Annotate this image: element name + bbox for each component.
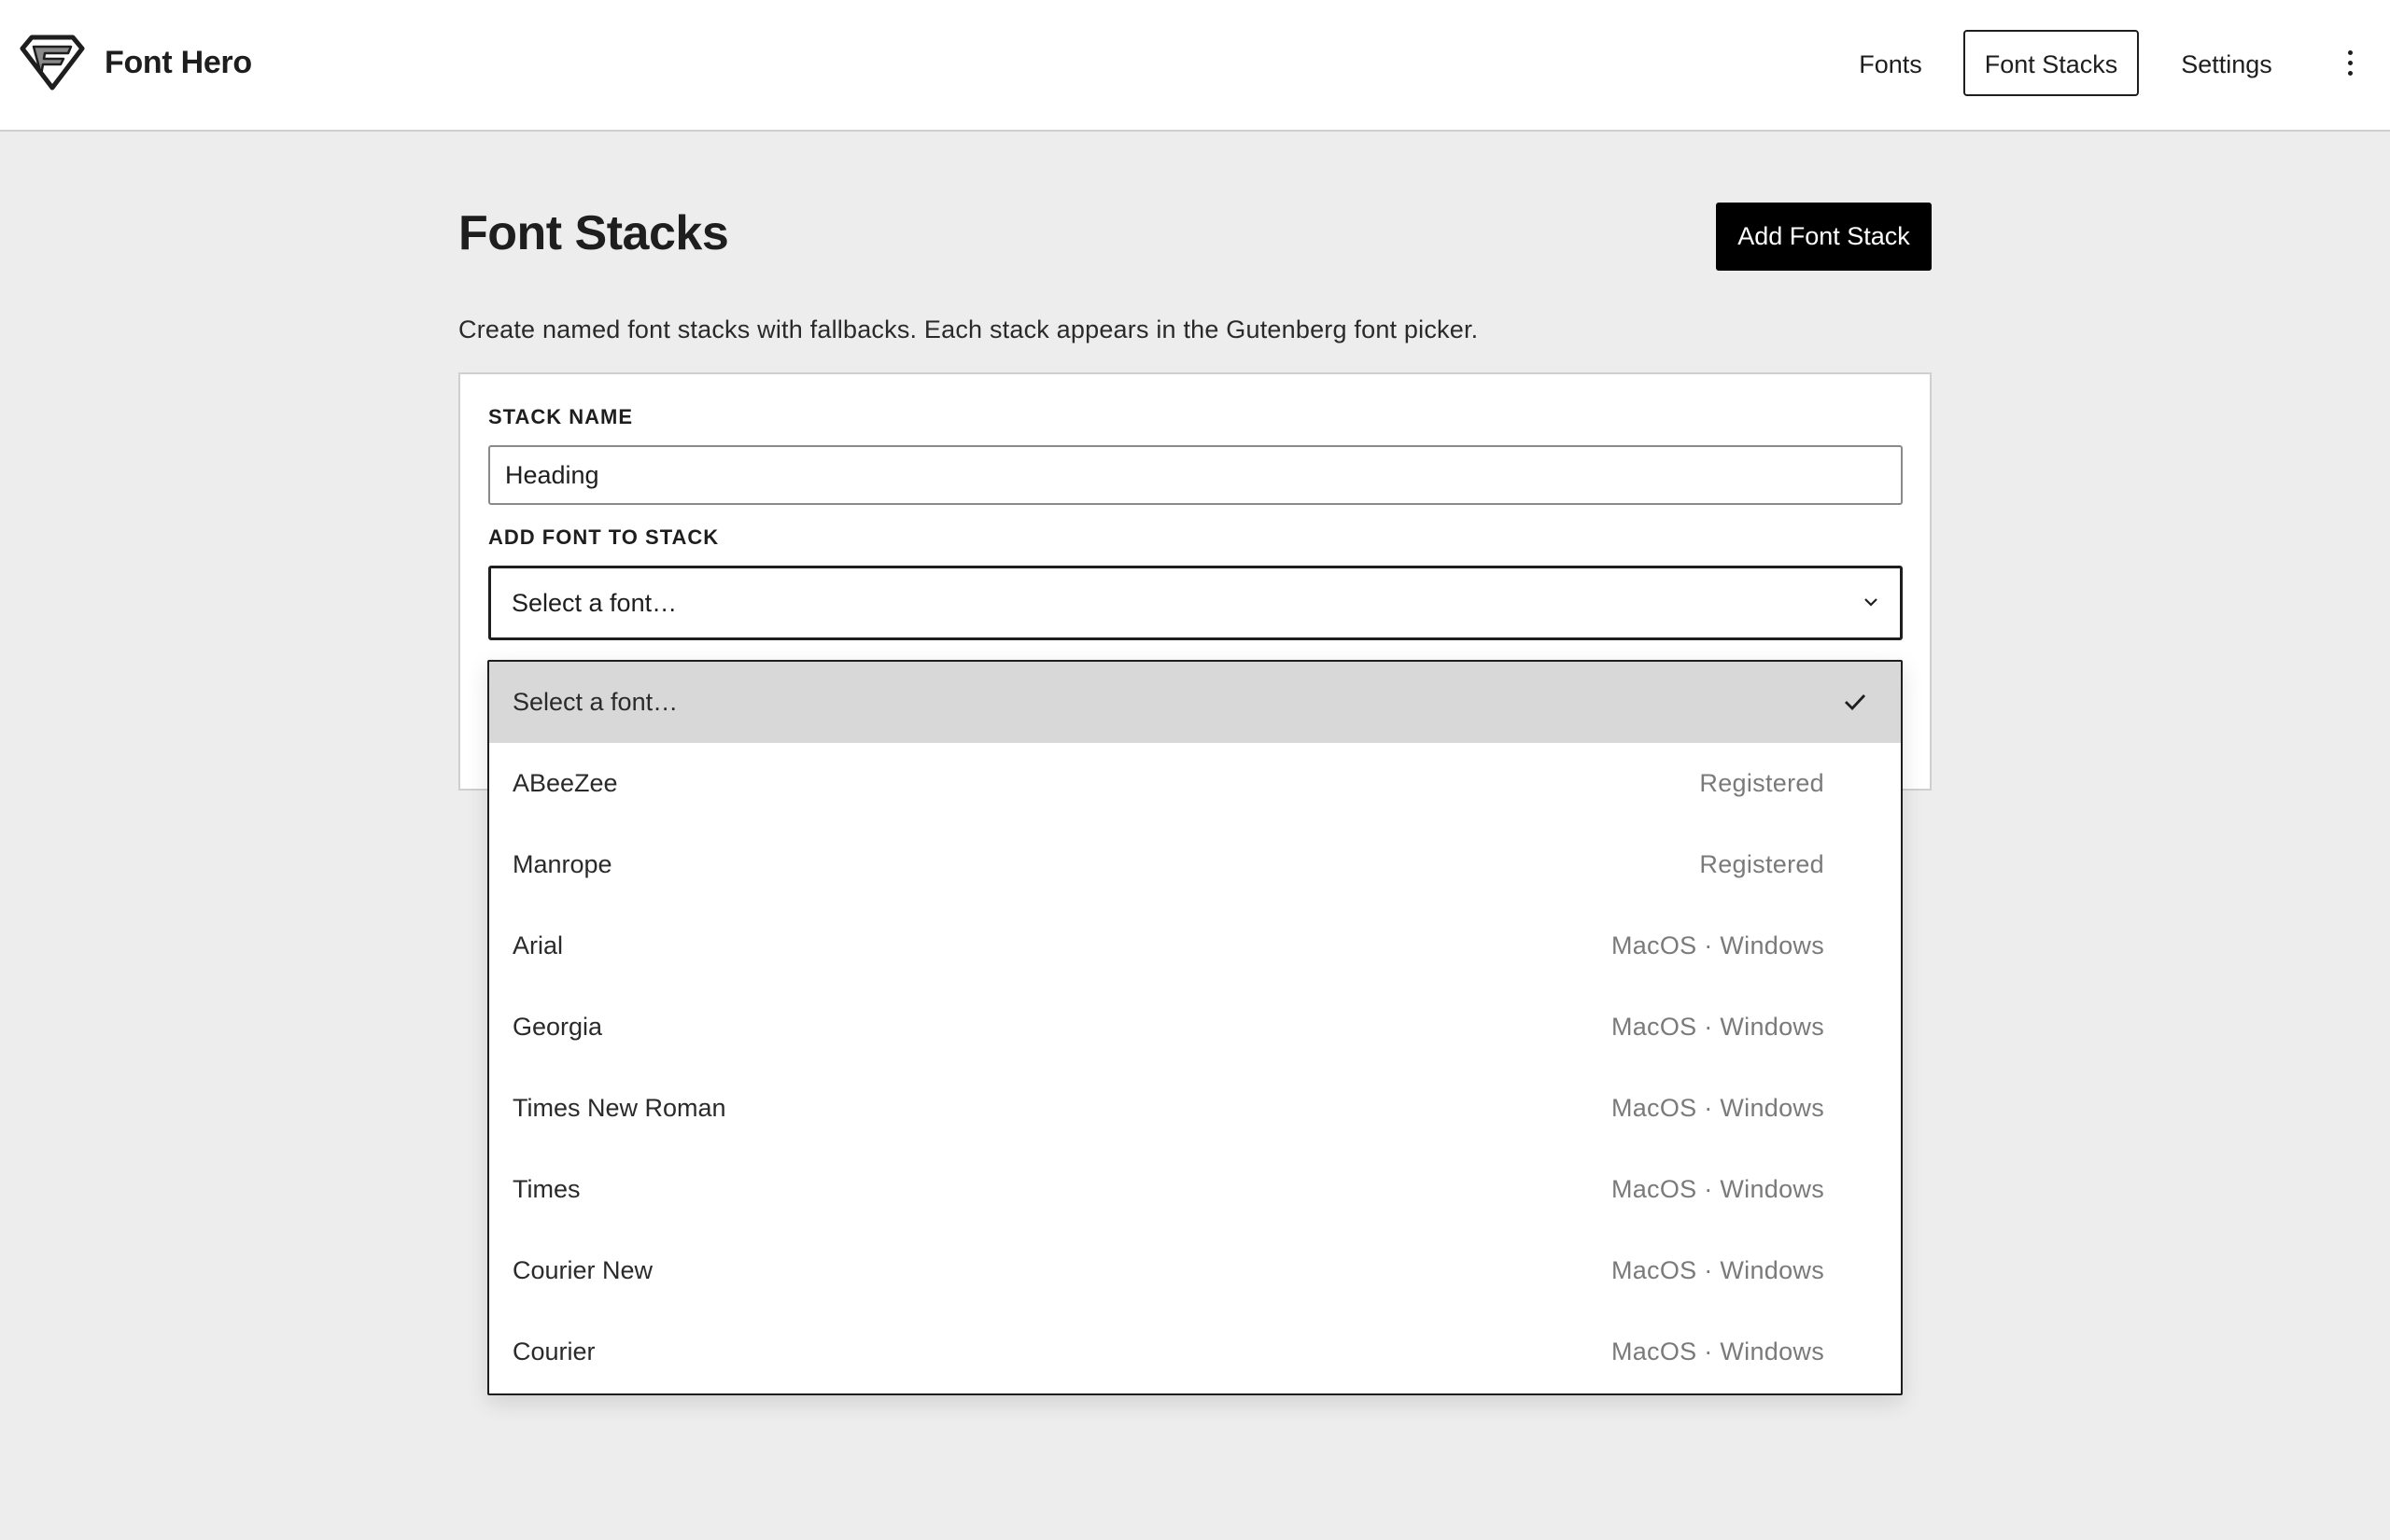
option-georgia[interactable]: Georgia MacOS · Windows <box>489 987 1901 1068</box>
top-bar: Font Hero Fonts Font Stacks Settings <box>0 0 2390 132</box>
option-label: Courier <box>513 1337 596 1365</box>
font-select-value: Select a font… <box>512 589 678 617</box>
option-label: ABeeZee <box>513 769 618 797</box>
app-name: Font Hero <box>105 44 252 80</box>
option-arial[interactable]: Arial MacOS · Windows <box>489 905 1901 987</box>
kebab-menu-icon <box>2333 32 2367 94</box>
option-source: MacOS · Windows <box>1610 1175 1824 1203</box>
nav-item-fonts[interactable]: Fonts <box>1839 30 1942 96</box>
page-description: Create named font stacks with fallbacks.… <box>458 315 1479 343</box>
option-source: Registered <box>1699 850 1824 878</box>
option-abeezee[interactable]: ABeeZee Registered <box>489 743 1901 824</box>
page-title: Font Stacks <box>458 206 729 260</box>
brand[interactable]: Font Hero <box>19 34 252 91</box>
nav-item-font-stacks[interactable]: Font Stacks <box>1963 30 2139 96</box>
add-font-stack-button[interactable]: Add Font Stack <box>1716 203 1932 271</box>
option-source: Registered <box>1699 769 1824 797</box>
option-label: Manrope <box>513 850 612 878</box>
checkmark-icon <box>1845 694 1866 711</box>
option-source: MacOS · Windows <box>1610 931 1824 959</box>
option-manrope[interactable]: Manrope Registered <box>489 824 1901 905</box>
option-label: Select a font… <box>513 688 679 716</box>
option-courier[interactable]: Courier MacOS · Windows <box>489 1311 1901 1393</box>
stack-name-label: STACK NAME <box>488 405 634 428</box>
option-courier-new[interactable]: Courier New MacOS · Windows <box>489 1230 1901 1311</box>
font-hero-logo-icon <box>20 35 85 91</box>
nav-item-settings[interactable]: Settings <box>2161 30 2292 96</box>
font-options-listbox: Select a font… ABeeZee Registered Manrop… <box>487 660 1903 1395</box>
option-label: Times New Roman <box>513 1094 726 1122</box>
font-select[interactable]: Select a font… <box>488 566 1903 640</box>
option-times[interactable]: Times MacOS · Windows <box>489 1149 1901 1230</box>
chevron-down-icon <box>1864 598 1877 607</box>
option-label: Georgia <box>513 1013 603 1041</box>
option-times-new-roman[interactable]: Times New Roman MacOS · Windows <box>489 1068 1901 1149</box>
option-label: Arial <box>513 931 564 959</box>
option-source: MacOS · Windows <box>1610 1337 1824 1365</box>
option-source: MacOS · Windows <box>1610 1094 1824 1122</box>
add-font-label: ADD FONT TO STACK <box>488 525 720 549</box>
option-label: Courier New <box>513 1256 654 1284</box>
option-source: MacOS · Windows <box>1610 1256 1824 1284</box>
option-source: MacOS · Windows <box>1610 1013 1824 1041</box>
option-label: Times <box>513 1175 581 1203</box>
option-select-a-font[interactable]: Select a font… <box>489 662 1901 743</box>
more-options-button[interactable] <box>2331 30 2369 96</box>
stack-name-input[interactable] <box>488 445 1903 505</box>
